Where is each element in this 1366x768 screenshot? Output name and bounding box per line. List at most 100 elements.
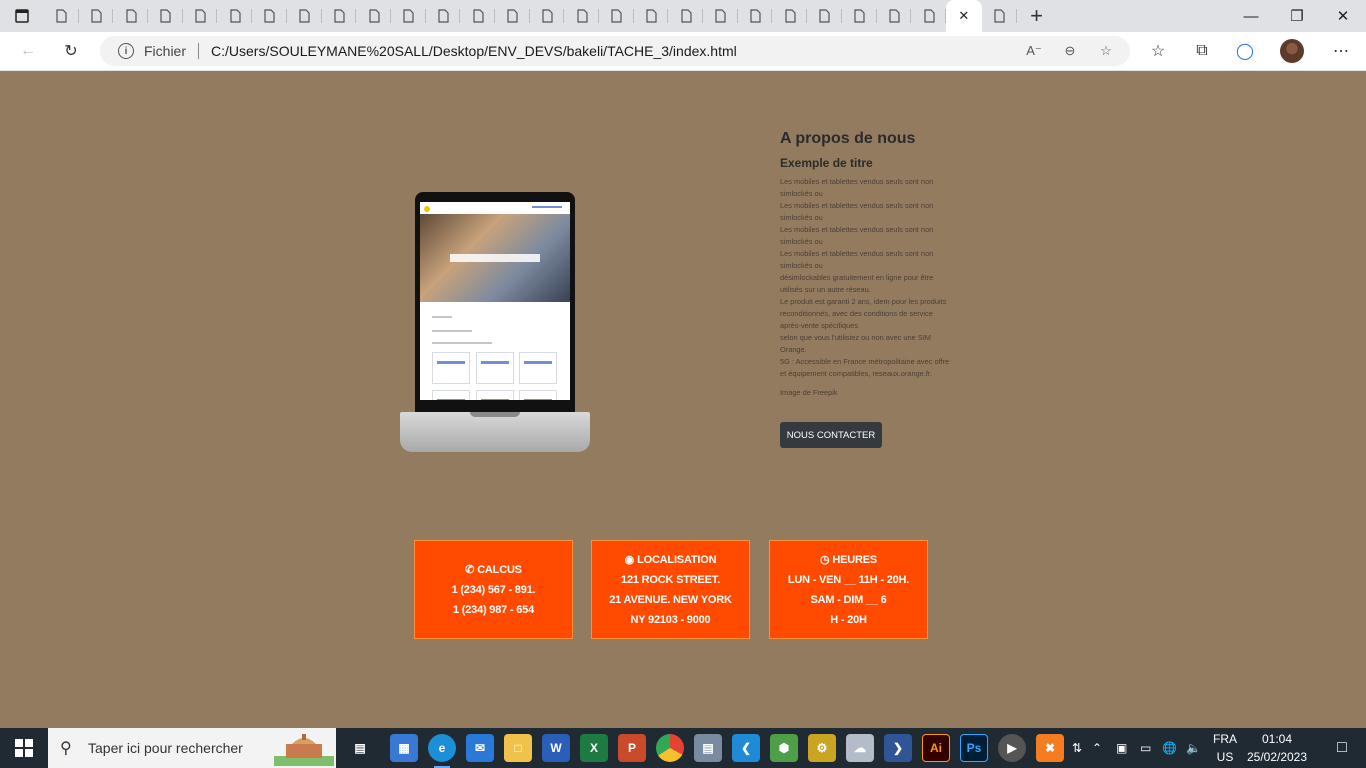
page-icon bbox=[507, 9, 518, 23]
info-box-title: LOCALISATION bbox=[637, 553, 717, 566]
contact-button[interactable]: NOUS CONTACTER bbox=[780, 422, 882, 448]
tray-device-icon[interactable]: ▣ bbox=[1116, 728, 1127, 768]
about-text-line: Le produit est garanti 2 ans, idem pour … bbox=[780, 297, 947, 306]
illustrator-icon[interactable]: Ai bbox=[922, 734, 950, 762]
notifications-icon[interactable]: □ bbox=[1318, 728, 1366, 768]
tab[interactable] bbox=[982, 0, 1017, 32]
page-icon bbox=[923, 9, 935, 23]
add-favorite-icon[interactable]: ☆ bbox=[1098, 43, 1114, 59]
new-tab-button[interactable]: + bbox=[1017, 0, 1057, 32]
tab[interactable] bbox=[668, 0, 703, 32]
nodejs-icon[interactable]: ⬢ bbox=[770, 734, 798, 762]
tab[interactable] bbox=[44, 0, 79, 32]
address-url[interactable]: C:/Users/SOULEYMANE%20SALL/Desktop/ENV_D… bbox=[211, 43, 737, 59]
tab-active[interactable]: ✕ bbox=[945, 0, 982, 32]
tray-overflow-icon[interactable]: ⌃ bbox=[1092, 728, 1102, 768]
volume-icon[interactable]: 🔈 bbox=[1186, 728, 1201, 768]
page-icon bbox=[994, 9, 1005, 23]
page-icon bbox=[403, 9, 414, 23]
start-button[interactable] bbox=[0, 728, 48, 768]
tab[interactable] bbox=[738, 0, 773, 32]
excel-icon[interactable]: X bbox=[580, 734, 608, 762]
tab[interactable] bbox=[113, 0, 148, 32]
tab[interactable] bbox=[356, 0, 391, 32]
about-text-line: simlockés ou bbox=[780, 261, 823, 270]
vscode-icon[interactable]: ❮ bbox=[732, 734, 760, 762]
file-explorer-icon[interactable]: □ bbox=[504, 734, 532, 762]
battery-icon[interactable]: ▭ bbox=[1140, 728, 1151, 768]
tab[interactable] bbox=[79, 0, 114, 32]
tab-strip: ✕ + bbox=[0, 0, 1366, 32]
about-subtitle: Exemple de titre bbox=[780, 156, 873, 170]
tab-actions-menu-button[interactable] bbox=[0, 0, 44, 32]
powerpoint-icon[interactable]: P bbox=[618, 734, 646, 762]
tab[interactable] bbox=[148, 0, 183, 32]
zoom-out-icon[interactable]: ⊖ bbox=[1062, 43, 1078, 59]
read-aloud-icon[interactable]: A⁻ bbox=[1026, 43, 1042, 59]
word-icon[interactable]: W bbox=[542, 734, 570, 762]
tab[interactable] bbox=[252, 0, 287, 32]
tab[interactable] bbox=[807, 0, 842, 32]
tab[interactable] bbox=[599, 0, 634, 32]
restore-button[interactable]: ❐ bbox=[1274, 0, 1320, 32]
tab[interactable] bbox=[877, 0, 912, 32]
about-text: Les mobiles et tablettes vendus seuls so… bbox=[780, 176, 970, 380]
info-icon[interactable]: i bbox=[118, 43, 134, 59]
network-icon[interactable]: 🌐 bbox=[1162, 728, 1177, 768]
app-icon[interactable]: ⚙ bbox=[808, 734, 836, 762]
edge-icon[interactable]: e bbox=[428, 734, 456, 768]
language-indicator[interactable]: FRA US bbox=[1210, 730, 1240, 766]
laptop-screen bbox=[415, 192, 575, 412]
minimize-button[interactable]: — bbox=[1228, 0, 1274, 32]
info-box-line: 21 AVENUE. NEW YORK bbox=[609, 593, 732, 606]
mail-icon[interactable]: ✉ bbox=[466, 734, 494, 762]
tab[interactable] bbox=[530, 0, 565, 32]
address-bar[interactable]: i Fichier C:/Users/SOULEYMANE%20SALL/Des… bbox=[100, 36, 1130, 66]
collections-icon[interactable]: ⧉ bbox=[1187, 36, 1217, 66]
tab[interactable] bbox=[287, 0, 322, 32]
tab[interactable] bbox=[634, 0, 669, 32]
chrome-icon[interactable] bbox=[656, 734, 684, 762]
page-icon bbox=[646, 9, 657, 23]
tab[interactable] bbox=[426, 0, 461, 32]
taskbar: ⚲ Taper ici pour rechercher ▤ ▦ e ✉ □ W … bbox=[0, 728, 1366, 768]
tab[interactable] bbox=[460, 0, 495, 32]
about-title: A propos de nous bbox=[780, 130, 916, 147]
tab[interactable] bbox=[495, 0, 530, 32]
search-placeholder: Taper ici pour rechercher bbox=[88, 740, 243, 756]
tab[interactable] bbox=[183, 0, 218, 32]
close-tab-icon[interactable]: ✕ bbox=[958, 8, 969, 24]
microsoft-store-icon[interactable]: ▦ bbox=[390, 734, 418, 762]
tray-scroll[interactable]: ⇅ bbox=[1072, 728, 1082, 768]
info-box-line: 1 (234) 567 - 891. bbox=[451, 583, 536, 596]
info-box-line: LUN - VEN __ 11H - 20H. bbox=[787, 573, 910, 586]
back-button[interactable]: ← bbox=[13, 36, 43, 66]
tab[interactable] bbox=[772, 0, 807, 32]
powershell-icon[interactable]: ❯ bbox=[884, 734, 912, 762]
task-view-icon[interactable]: ▤ bbox=[346, 734, 374, 762]
browser-toolbar: ← ↻ i Fichier C:/Users/SOULEYMANE%20SALL… bbox=[0, 32, 1366, 71]
tab[interactable] bbox=[217, 0, 252, 32]
close-window-button[interactable]: ✕ bbox=[1320, 0, 1366, 32]
tab[interactable] bbox=[911, 0, 946, 32]
favorites-icon[interactable]: ☆ bbox=[1143, 36, 1173, 66]
page-icon bbox=[577, 9, 588, 23]
about-text-line: selon que vous l'utilisiez ou non avec u… bbox=[780, 333, 931, 342]
settings-menu-icon[interactable]: ⋯ bbox=[1326, 36, 1356, 66]
profile-avatar[interactable] bbox=[1280, 39, 1304, 63]
refresh-button[interactable]: ↻ bbox=[56, 36, 86, 66]
tab[interactable] bbox=[391, 0, 426, 32]
tab[interactable] bbox=[322, 0, 357, 32]
tab[interactable] bbox=[703, 0, 738, 32]
photoshop-icon[interactable]: Ps bbox=[960, 734, 988, 762]
windows-icon bbox=[15, 739, 33, 757]
media-player-icon[interactable]: ▶ bbox=[998, 734, 1026, 762]
edge-extension-icon[interactable]: ◯ bbox=[1230, 36, 1260, 66]
remote-desktop-icon[interactable]: ▤ bbox=[694, 734, 722, 762]
network-tool-icon[interactable]: ☁ bbox=[846, 734, 874, 762]
xampp-icon[interactable]: ✖ bbox=[1036, 734, 1064, 762]
taskbar-search-box[interactable]: ⚲ Taper ici pour rechercher bbox=[48, 728, 336, 768]
tab[interactable] bbox=[564, 0, 599, 32]
clock[interactable]: 01:04 25/02/2023 bbox=[1242, 730, 1312, 766]
tab[interactable] bbox=[842, 0, 877, 32]
